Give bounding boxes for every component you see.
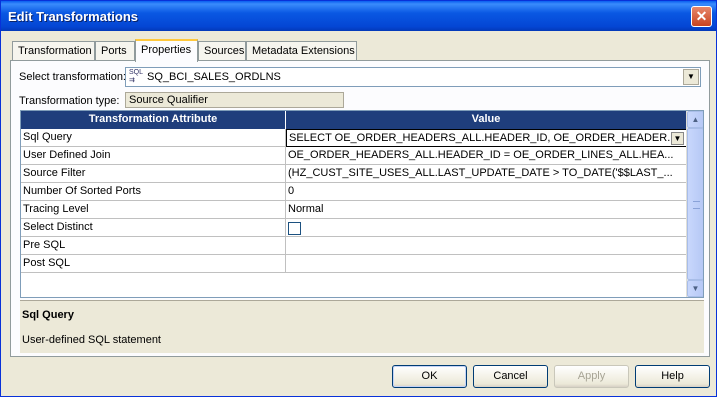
cancel-button[interactable]: Cancel (473, 365, 548, 388)
table-row[interactable]: User Defined Join OE_ORDER_HEADERS_ALL.H… (21, 147, 687, 165)
attribute-name: Tracing Level (21, 201, 286, 219)
edit-transformations-window: Edit Transformations ✕ Transformation Po… (0, 0, 717, 397)
chevron-down-icon[interactable]: ▼ (683, 69, 699, 85)
ok-button[interactable]: OK (392, 365, 467, 388)
attribute-value[interactable]: (HZ_CUST_SITE_USES_ALL.LAST_UPDATE_DATE … (286, 165, 687, 183)
attribute-value[interactable]: Normal (286, 201, 687, 219)
scroll-down-icon[interactable]: ▼ (687, 280, 703, 297)
table-row[interactable]: Post SQL (21, 255, 687, 273)
table-row[interactable]: Tracing Level Normal (21, 201, 687, 219)
open-editor-icon[interactable]: ▼ (671, 132, 684, 145)
attribute-name: Number Of Sorted Ports (21, 183, 286, 201)
transformation-type-field: Source Qualifier (125, 92, 344, 108)
table-row[interactable]: Number Of Sorted Ports 0 (21, 183, 687, 201)
scrollbar-thumb[interactable] (687, 128, 703, 280)
selected-transformation: SQ_BCI_SALES_ORDLNS (147, 71, 281, 83)
attribute-name: User Defined Join (21, 147, 286, 165)
select-transformation-dropdown[interactable]: SQL ⇉ SQ_BCI_SALES_ORDLNS ▼ (125, 67, 701, 87)
description-text: User-defined SQL statement (22, 334, 161, 346)
grid-vertical-scrollbar[interactable]: ▲ ▼ (686, 111, 703, 297)
window-title: Edit Transformations (8, 9, 139, 24)
grip-icon (693, 201, 700, 209)
tab-properties[interactable]: Properties (135, 39, 198, 62)
attribute-value[interactable]: OE_ORDER_HEADERS_ALL.HEADER_ID = OE_ORDE… (286, 147, 687, 165)
tab-transformation[interactable]: Transformation (12, 41, 95, 61)
header-value[interactable]: Value (286, 111, 687, 129)
attribute-name: Post SQL (21, 255, 286, 273)
select-distinct-checkbox[interactable] (288, 222, 301, 235)
scroll-up-icon[interactable]: ▲ (687, 111, 703, 128)
transformation-type-value: Source Qualifier (129, 94, 208, 106)
select-transformation-label: Select transformation: (19, 71, 126, 83)
table-row[interactable]: Pre SQL (21, 237, 687, 255)
attributes-grid: Transformation Attribute Value Sql Query… (20, 110, 704, 298)
sql-query-value: SELECT OE_ORDER_HEADERS_ALL.HEADER_ID, O… (289, 132, 677, 144)
title-bar: Edit Transformations ✕ (1, 1, 716, 31)
table-row[interactable]: Sql Query SELECT OE_ORDER_HEADERS_ALL.HE… (21, 129, 687, 147)
grid-header: Transformation Attribute Value (21, 111, 687, 129)
attribute-value[interactable]: SELECT OE_ORDER_HEADERS_ALL.HEADER_ID, O… (286, 129, 687, 147)
attribute-name: Pre SQL (21, 237, 286, 255)
attribute-value[interactable] (286, 237, 687, 255)
close-button[interactable]: ✕ (691, 6, 712, 27)
tab-ports[interactable]: Ports (95, 41, 135, 61)
tab-metadata-extensions[interactable]: Metadata Extensions (246, 41, 357, 61)
attribute-value (286, 219, 687, 237)
tab-sources[interactable]: Sources (198, 41, 246, 61)
attribute-value[interactable]: 0 (286, 183, 687, 201)
attribute-name: Sql Query (21, 129, 286, 147)
attribute-name: Select Distinct (21, 219, 286, 237)
help-button[interactable]: Help (635, 365, 710, 388)
table-row[interactable]: Select Distinct (21, 219, 687, 237)
sql-icon: SQL ⇉ (129, 69, 144, 84)
description-title: Sql Query (22, 309, 74, 321)
transformation-type-label: Transformation type: (19, 95, 120, 107)
description-pane: Sql Query User-defined SQL statement (20, 300, 704, 353)
table-row[interactable]: Source Filter (HZ_CUST_SITE_USES_ALL.LAS… (21, 165, 687, 183)
attribute-name: Source Filter (21, 165, 286, 183)
apply-button[interactable]: Apply (554, 365, 629, 388)
attribute-value[interactable] (286, 255, 687, 273)
header-attribute[interactable]: Transformation Attribute (21, 111, 286, 129)
